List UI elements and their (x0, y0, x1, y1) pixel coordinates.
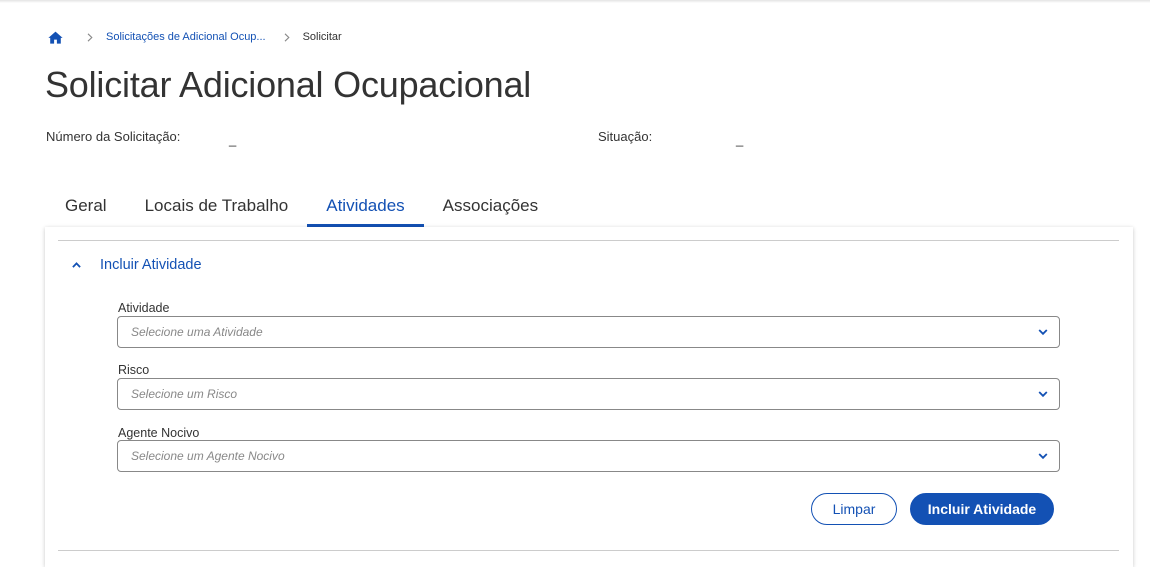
chevron-down-icon (1038, 452, 1048, 460)
agente-nocivo-placeholder: Selecione um Agente Nocivo (131, 449, 285, 463)
section-title: Incluir Atividade (100, 257, 202, 273)
tab-bar: Geral Locais de Trabalho Atividades Asso… (46, 185, 557, 227)
clear-button[interactable]: Limpar (811, 493, 897, 525)
page-title: Solicitar Adicional Ocupacional (45, 64, 532, 105)
section-toggle-incluir-atividade[interactable]: Incluir Atividade (71, 255, 202, 275)
risco-label: Risco (118, 363, 150, 377)
request-number-value: _ (229, 132, 237, 147)
breadcrumb: Solicitações de Adicional Ocup... Solici… (47, 28, 342, 46)
request-number-label: Número da Solicitação: (46, 129, 181, 144)
tab-atividades[interactable]: Atividades (307, 185, 425, 227)
atividade-placeholder: Selecione uma Atividade (131, 325, 263, 339)
divider (58, 240, 1119, 241)
atividade-select[interactable]: Selecione uma Atividade (117, 316, 1060, 348)
agente-nocivo-label: Agente Nocivo (118, 426, 200, 440)
tab-locais-de-trabalho[interactable]: Locais de Trabalho (126, 185, 308, 227)
breadcrumb-item-solicitacoes[interactable]: Solicitações de Adicional Ocup... (106, 31, 266, 43)
breadcrumb-item-current: Solicitar (302, 31, 342, 43)
status-value: _ (736, 132, 744, 147)
home-icon[interactable] (47, 29, 63, 45)
chevron-right-icon (85, 32, 95, 42)
chevron-right-icon (282, 32, 292, 42)
tab-geral[interactable]: Geral (46, 185, 126, 227)
divider (58, 550, 1119, 551)
include-activity-button[interactable]: Incluir Atividade (910, 493, 1054, 525)
risco-select[interactable]: Selecione um Risco (117, 378, 1060, 410)
chevron-down-icon (1038, 390, 1048, 398)
atividade-label: Atividade (118, 301, 170, 315)
risco-placeholder: Selecione um Risco (131, 387, 238, 401)
status-label: Situação: (598, 129, 653, 144)
chevron-up-icon (71, 262, 81, 268)
top-shadow (0, 0, 1150, 3)
tab-associacoes[interactable]: Associações (424, 185, 557, 227)
chevron-down-icon (1038, 328, 1048, 336)
activities-panel: Incluir Atividade Atividade Selecione um… (45, 227, 1133, 567)
agente-nocivo-select[interactable]: Selecione um Agente Nocivo (117, 440, 1060, 472)
